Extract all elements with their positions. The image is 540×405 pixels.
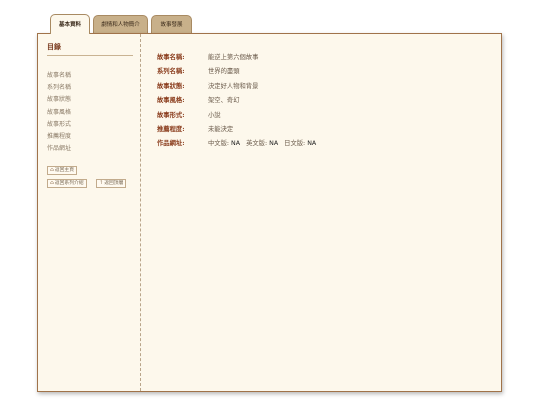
info-label: 推薦程度: [157,125,185,133]
info-value: 未能決定 [208,125,234,133]
toc-item-series-name[interactable]: 系列名稱 [47,82,71,94]
info-value: 中文版: NA 英文版: NA 日文版: NA [208,140,316,147]
info-label: 故事名稱: [157,54,185,61]
en-version-link[interactable]: NA [269,140,278,147]
info-row-series-name: 系列名稱: 世界的盡頭 [157,65,316,79]
jp-version-label: 日文版: [284,140,306,148]
toc-item-story-status[interactable]: 故事狀態 [47,94,71,106]
info-label: 系列名稱: [157,68,185,76]
back-top-button[interactable]: ↑返回頂層 [96,179,127,188]
back-series-button[interactable]: ⌂返回系列介紹 [47,179,87,188]
info-label: 作品網址: [157,140,185,148]
info-row-work-url: 作品網址: 中文版: NA 英文版: NA 日文版: NA [157,137,316,151]
tab-story-development[interactable]: 故事發展 [151,15,192,33]
toc-title: 目錄 [47,42,133,56]
back-top-label: 返回頂層 [104,181,124,186]
info-row-recommendation: 推薦程度: 未能決定 [157,123,316,137]
info-label: 故事狀態: [157,82,185,90]
info-row-story-format: 故事形式: 小說 [157,109,316,123]
home-icon: ⌂ [50,180,54,186]
toc-item-story-format[interactable]: 故事形式 [47,119,71,131]
zh-version-label: 中文版: [208,140,230,148]
info-value: 架空、奇幻 [208,97,240,105]
en-version-label: 英文版: [246,140,268,148]
sidebar: 目錄 故事名稱 系列名稱 故事狀態 故事風格 故事形式 推薦程度 作品網址 ⌂返… [38,34,141,391]
back-home-button[interactable]: ⌂返回主頁 [47,166,78,175]
info-row-story-name: 故事名稱: 能逆上第六個故事 [157,51,316,65]
info-value: 決定好人物和背景 [208,82,259,90]
home-icon: ⌂ [50,167,54,173]
zh-version-link[interactable]: NA [231,140,240,147]
info-row-story-style: 故事風格: 架空、奇幻 [157,94,316,108]
toc-item-recommendation[interactable]: 推薦程度 [47,131,71,143]
toc-item-story-name[interactable]: 故事名稱 [47,70,71,82]
arrow-up-icon: ↑ [99,180,104,186]
story-info: 故事名稱: 能逆上第六個故事 系列名稱: 世界的盡頭 故事狀態: 決定好人物和背景 故… [157,51,316,152]
toc-item-story-style[interactable]: 故事風格 [47,107,71,119]
info-value: 能逆上第六個故事 [208,54,259,61]
info-value: 小說 [208,111,221,119]
toc-list: 故事名稱 系列名稱 故事狀態 故事風格 故事形式 推薦程度 作品網址 [47,70,71,155]
info-label: 故事形式: [157,111,185,119]
content-panel: 目錄 故事名稱 系列名稱 故事狀態 故事風格 故事形式 推薦程度 作品網址 ⌂返… [37,33,502,392]
toc-item-work-url[interactable]: 作品網址 [47,143,71,155]
back-home-label: 返回主頁 [54,168,75,173]
info-label: 故事風格: [157,97,185,105]
back-series-label: 返回系列介紹 [54,181,84,186]
jp-version-link[interactable]: NA [307,140,316,147]
info-row-story-status: 故事狀態: 決定好人物和背景 [157,80,316,94]
tab-basic-info[interactable]: 基本資料 [50,14,90,34]
tab-plot-characters[interactable]: 劇情和人物簡介 [93,15,148,33]
info-value: 世界的盡頭 [208,68,240,76]
